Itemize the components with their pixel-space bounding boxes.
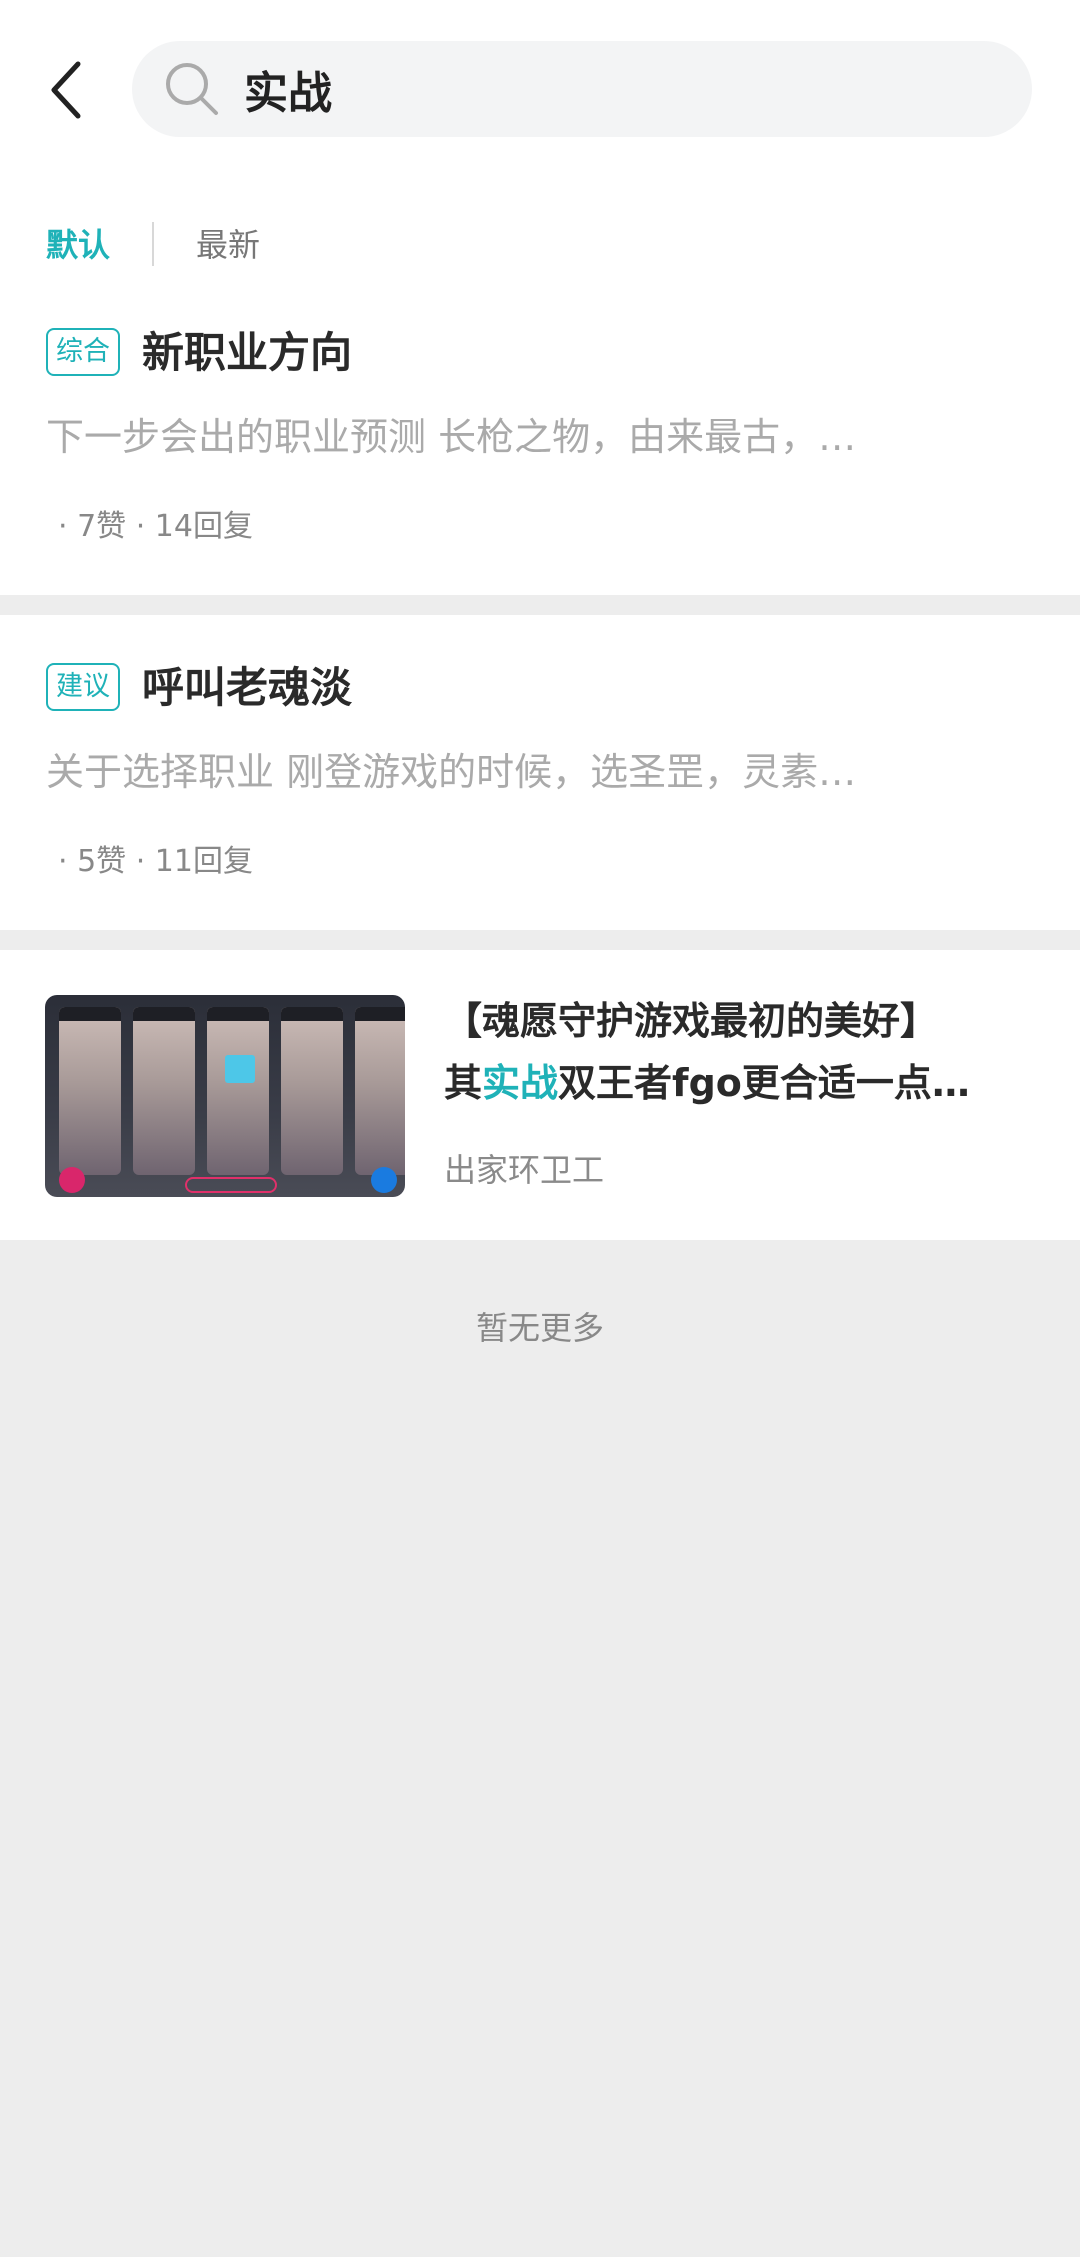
- thumbnail-panel: [133, 1007, 195, 1175]
- post-excerpt: 下一步会出的职业预测 长枪之物，由来最古，…: [46, 415, 857, 459]
- post-title: 呼叫老魂淡: [142, 663, 353, 712]
- sort-tab-default[interactable]: 默认: [46, 220, 110, 270]
- thumbnail-panel: [355, 1007, 405, 1175]
- thumbnail-bar: [185, 1177, 277, 1193]
- search-icon: [162, 59, 222, 119]
- post-title: 【魂愿守护游戏最初的美好】 其实战双王者fgo更合适一点…: [444, 990, 1034, 1114]
- title-text: 其: [444, 1061, 483, 1105]
- post-item[interactable]: 【魂愿守护游戏最初的美好】 其实战双王者fgo更合适一点… 出家环卫工: [0, 950, 1080, 1240]
- title-text: 双王者fgo更合适一点…: [558, 1061, 970, 1105]
- sort-tab-latest[interactable]: 最新: [196, 220, 260, 270]
- post-item[interactable]: 综合 新职业方向 下一步会出的职业预测 长枪之物，由来最古，… · 7赞 · 1…: [0, 300, 1080, 595]
- thumbnail-panel: [59, 1007, 121, 1175]
- chevron-left-icon: [51, 61, 81, 119]
- post-title: 新职业方向: [142, 328, 353, 377]
- thumbnail-badge: [59, 1167, 85, 1193]
- post-title-line: 其实战双王者fgo更合适一点…: [444, 1052, 1034, 1114]
- thumbnail-face: [225, 1055, 255, 1083]
- post-item[interactable]: 建议 呼叫老魂淡 关于选择职业 刚登游戏的时候，选圣罡，灵素… · 5赞 · 1…: [0, 615, 1080, 930]
- post-excerpt: 关于选择职业 刚登游戏的时候，选圣罡，灵素…: [46, 750, 857, 794]
- search-input[interactable]: [244, 63, 1004, 115]
- post-tag: 综合: [46, 328, 120, 376]
- post-stats: · 7赞 · 14回复: [58, 509, 253, 544]
- thumbnail-panel: [281, 1007, 343, 1175]
- sort-divider: [152, 222, 154, 266]
- header: [0, 0, 1080, 190]
- search-box[interactable]: [132, 41, 1032, 137]
- post-title-line: 【魂愿守护游戏最初的美好】: [444, 999, 939, 1043]
- no-more-text: 暂无更多: [475, 1309, 604, 1347]
- search-highlight: 实战: [482, 1061, 559, 1105]
- sort-bar: 默认 最新: [0, 190, 1080, 300]
- thumbnail-badge: [371, 1167, 397, 1193]
- post-thumbnail: [45, 995, 405, 1197]
- thumbnail-panel: [207, 1007, 269, 1175]
- back-button[interactable]: [36, 50, 96, 130]
- post-author: 出家环卫工: [444, 1151, 605, 1189]
- post-stats: · 5赞 · 11回复: [58, 844, 253, 879]
- post-tag: 建议: [46, 663, 120, 711]
